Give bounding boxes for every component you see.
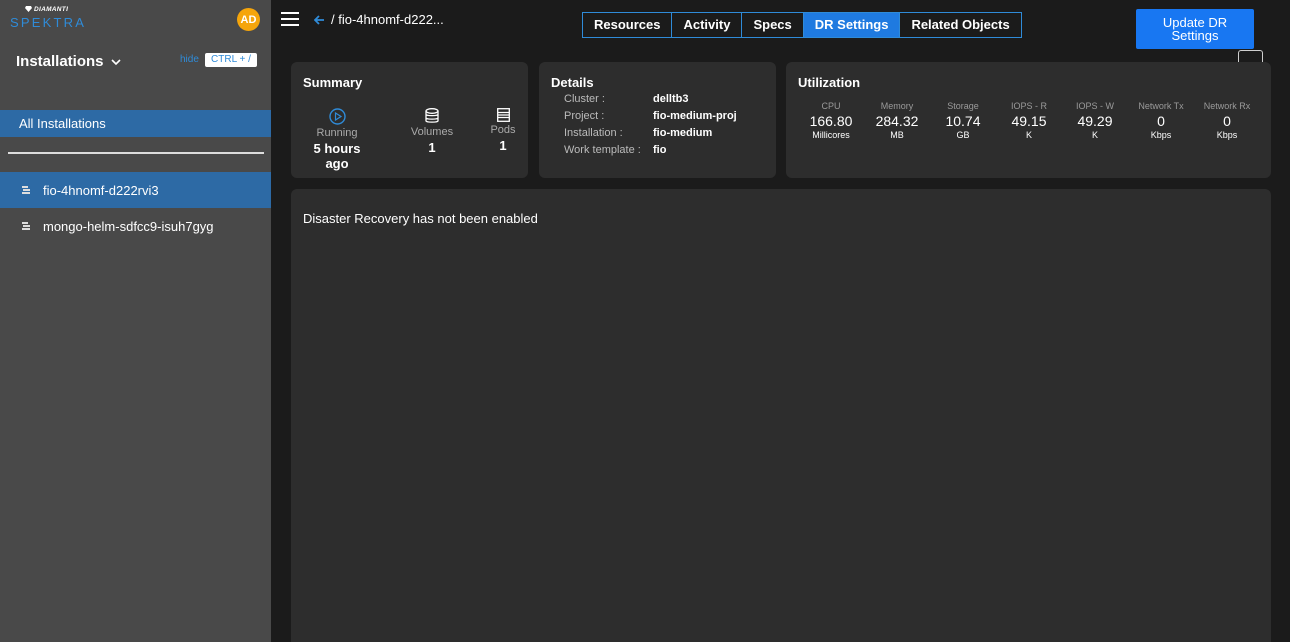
detail-value-installation: fio-medium (653, 127, 713, 139)
sidebar: DIAMANTI SPEKTRA AD Installations hide C… (0, 0, 271, 642)
running-value: 5 hours ago (313, 141, 361, 171)
pods-value: 1 (499, 138, 507, 153)
dr-status-message: Disaster Recovery has not been enabled (303, 211, 538, 226)
metric-value: 284.32 (875, 113, 919, 129)
summary-card: Summary Running 5 hours ago Volumes 1 Po… (291, 62, 528, 178)
running-label: Running (316, 127, 358, 139)
sidebar-item-installation[interactable]: fio-4hnomf-d222rvi3 (0, 172, 271, 208)
brand-logo[interactable]: DIAMANTI SPEKTRA (10, 6, 100, 32)
detail-label-project: Project : (564, 110, 605, 122)
metric-unit: K (1025, 130, 1032, 140)
summary-volumes: Volumes 1 (402, 108, 462, 155)
metric-network-tx: Network Tx 0 Kbps (1128, 101, 1194, 140)
metric-value: 166.80 (809, 113, 853, 129)
tab-dr-settings[interactable]: DR Settings (803, 13, 901, 37)
summary-pods: Pods 1 (483, 108, 523, 153)
chevron-down-icon (110, 58, 121, 65)
metric-unit: GB (956, 130, 970, 140)
details-card: Details Cluster : delltb3 Project : fio-… (539, 62, 776, 178)
summary-title: Summary (303, 75, 363, 90)
metric-network-rx: Network Rx 0 Kbps (1194, 101, 1260, 140)
logo-brand-main: SPEKTRA (10, 15, 87, 30)
detail-label-cluster: Cluster : (564, 93, 605, 105)
metric-label: Storage (947, 101, 979, 111)
metric-label: Memory (880, 101, 914, 111)
metric-label: IOPS - R (1010, 101, 1047, 111)
hamburger-menu-icon[interactable] (281, 12, 299, 26)
logo-top: DIAMANTI (25, 6, 68, 13)
metric-storage: Storage 10.74 GB (930, 101, 996, 140)
metric-value: 0 (1157, 113, 1165, 129)
tab-bar: Resources Activity Specs DR Settings Rel… (582, 12, 1022, 38)
sidebar-item-installation[interactable]: mongo-helm-sdfcc9-isuh7gyg (0, 208, 271, 244)
shortcut-badge: CTRL + / (205, 53, 257, 67)
metric-label: CPU (821, 101, 841, 111)
detail-value-work-template: fio (653, 144, 667, 156)
user-avatar[interactable]: AD (237, 8, 260, 31)
pods-label: Pods (490, 124, 516, 136)
volumes-label: Volumes (410, 126, 454, 138)
breadcrumb-separator: / (331, 12, 335, 27)
volumes-value: 1 (428, 140, 436, 155)
pods-list-icon (496, 108, 510, 122)
utilization-card: Utilization CPU 166.80 Millicores Memory… (786, 62, 1271, 178)
installation-icon (22, 222, 30, 230)
breadcrumb: / fio-4hnomf-d222... (314, 12, 444, 27)
sidebar-item-label: mongo-helm-sdfcc9-isuh7gyg (43, 218, 214, 234)
tab-specs[interactable]: Specs (742, 13, 804, 37)
metric-memory: Memory 284.32 MB (864, 101, 930, 140)
hide-sidebar-link[interactable]: hide (180, 54, 199, 65)
tab-activity[interactable]: Activity (672, 13, 743, 37)
metric-value: 49.15 (1011, 113, 1047, 129)
detail-label-installation: Installation : (564, 127, 623, 139)
metric-value: 0 (1223, 113, 1231, 129)
details-title: Details (551, 75, 594, 90)
metric-unit: Kbps (1150, 130, 1172, 140)
installations-title: Installations (16, 53, 104, 70)
dr-settings-panel: Disaster Recovery has not been enabled (291, 189, 1271, 642)
metric-unit: K (1091, 130, 1098, 140)
metric-iops-read: IOPS - R 49.15 K (996, 101, 1062, 140)
breadcrumb-current: fio-4hnomf-d222... (338, 12, 444, 27)
diamond-icon (25, 6, 32, 12)
metric-value: 10.74 (945, 113, 981, 129)
database-icon (425, 108, 439, 123)
metric-label: Network Rx (1203, 101, 1251, 111)
tab-related-objects[interactable]: Related Objects (900, 13, 1020, 37)
metric-unit: MB (890, 130, 904, 140)
sidebar-item-label: fio-4hnomf-d222rvi3 (43, 182, 159, 198)
metric-unit: Kbps (1216, 130, 1238, 140)
tab-resources[interactable]: Resources (583, 13, 673, 37)
summary-running: Running 5 hours ago (302, 108, 372, 171)
metric-label: Network Tx (1138, 101, 1184, 111)
utilization-title: Utilization (798, 75, 861, 90)
metric-value: 49.29 (1077, 113, 1113, 129)
metric-label: IOPS - W (1076, 101, 1114, 111)
play-circle-icon (328, 108, 346, 125)
sidebar-divider (8, 152, 264, 154)
detail-value-cluster: delltb3 (653, 93, 689, 105)
logo-brand-top: DIAMANTI (34, 6, 69, 13)
metric-iops-write: IOPS - W 49.29 K (1062, 101, 1128, 140)
all-installations-item[interactable]: All Installations (0, 110, 271, 137)
back-arrow-icon[interactable] (314, 14, 325, 25)
installation-icon (22, 186, 30, 194)
metric-unit: Millicores (812, 130, 850, 140)
update-button-line2: Settings (1171, 28, 1219, 43)
detail-label-work-template: Work template : (564, 144, 641, 156)
metric-cpu: CPU 166.80 Millicores (798, 101, 864, 140)
installations-dropdown[interactable]: Installations (16, 53, 121, 70)
detail-value-project: fio-medium-proj (653, 110, 737, 122)
update-dr-settings-button[interactable]: Update DR Settings (1136, 9, 1254, 49)
